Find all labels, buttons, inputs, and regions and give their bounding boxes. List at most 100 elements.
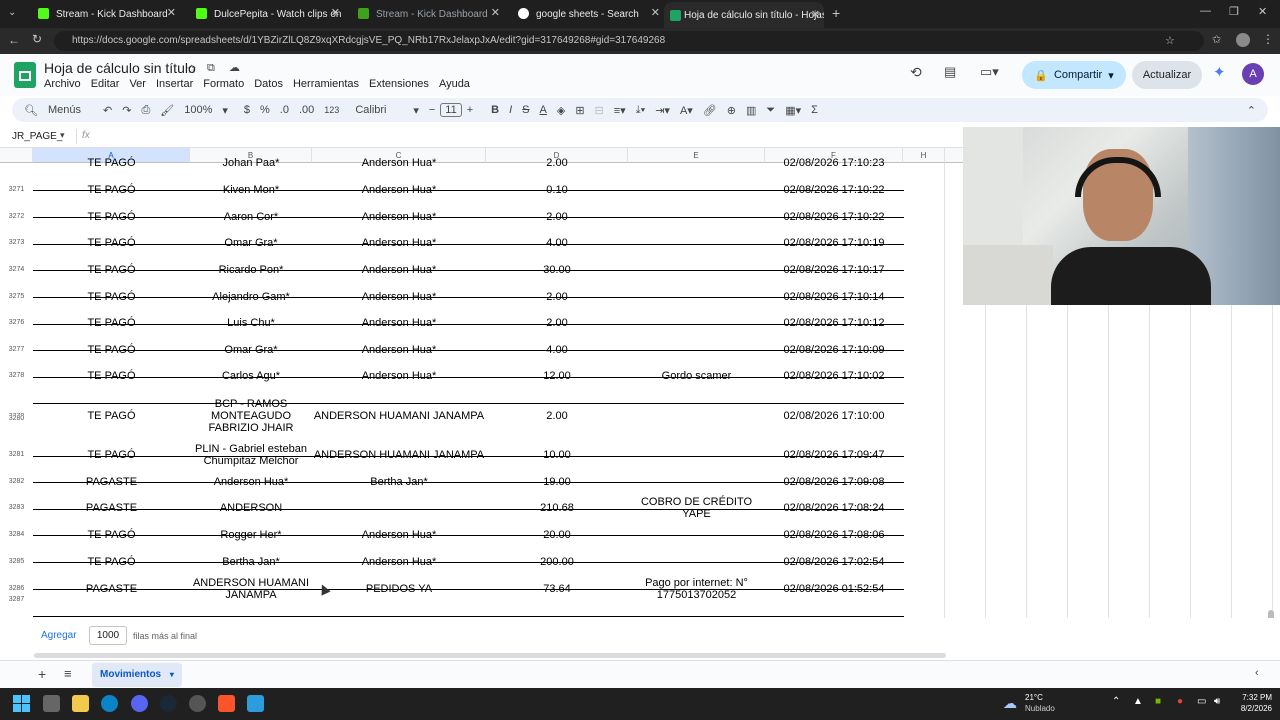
tab-search-chevron-icon[interactable]: ⌄ — [8, 7, 16, 18]
text-wrap-icon[interactable]: ⇥▾ — [650, 104, 675, 117]
cell-e[interactable] — [628, 150, 765, 176]
task-view-icon[interactable] — [43, 695, 60, 712]
browser-menu-icon[interactable]: ⋮ — [1262, 32, 1274, 46]
cell-c[interactable]: Anderson Hua* — [312, 548, 486, 575]
obs-icon[interactable] — [189, 695, 206, 712]
add-sheet-icon[interactable]: + — [38, 666, 46, 682]
cell-e[interactable] — [628, 310, 765, 336]
cell-d[interactable]: 210.68 — [486, 495, 628, 521]
font-size-input[interactable]: 11 — [440, 103, 462, 117]
menu-insertar[interactable]: Insertar — [151, 78, 198, 90]
row-header[interactable]: 3271 — [0, 176, 33, 203]
cell-d[interactable]: 2.00 — [486, 310, 628, 336]
filter-icon[interactable]: ⏷ — [761, 104, 780, 117]
maximize-icon[interactable]: ❐ — [1229, 5, 1239, 18]
reload-icon[interactable]: ↻ — [32, 32, 42, 46]
cell-e[interactable] — [628, 442, 765, 468]
cell-d[interactable]: 2.00 — [486, 150, 628, 176]
cell-c[interactable]: Anderson Hua* — [312, 256, 486, 283]
clock-time[interactable]: 7:32 PM — [1232, 693, 1272, 702]
cell-f[interactable]: 02/08/2026 17:10:00 — [765, 389, 903, 442]
browser-tab-1[interactable]: Stream - Kick Dashboard ✕ — [28, 4, 180, 24]
weather-desc[interactable]: Nublado — [1025, 704, 1055, 713]
paint-format-icon[interactable]: 🖌︎ — [155, 104, 179, 117]
gemini-icon[interactable]: ✦ — [1213, 63, 1226, 81]
cell-e[interactable] — [628, 389, 765, 442]
cell-c[interactable]: Anderson Hua* — [312, 283, 486, 310]
cell-c[interactable]: Anderson Hua* — [312, 150, 486, 176]
cell-f[interactable]: 02/08/2026 17:09:08 — [765, 468, 903, 495]
cell-a[interactable]: TE PAGÓ — [33, 230, 190, 256]
search-menus-icon[interactable]: 🔍︎ — [12, 104, 43, 117]
clock-date[interactable]: 8/2/2026 — [1228, 704, 1272, 713]
percent-button[interactable]: % — [255, 104, 275, 116]
sheet-tab-movimientos[interactable]: Movimientos ▾ — [92, 663, 182, 687]
search-menus[interactable]: Menús — [43, 104, 86, 116]
row-header[interactable]: 3281 — [0, 442, 33, 468]
close-tab-icon[interactable]: ✕ — [811, 8, 820, 21]
cell-b[interactable]: Luis Chu* — [190, 310, 312, 336]
cell-b[interactable]: Bertha Jan* — [190, 548, 312, 575]
increase-decimal-button[interactable]: .00 — [294, 104, 319, 116]
cell-b[interactable]: Kiven Mon* — [190, 176, 312, 203]
microphone-icon[interactable]: ● — [1177, 696, 1183, 707]
cell-c[interactable]: PEDIDOS YA — [312, 575, 486, 602]
menu-formato[interactable]: Formato — [198, 78, 249, 90]
row-header[interactable]: 3275 — [0, 283, 33, 310]
weather-temp[interactable]: 21°C — [1025, 693, 1043, 702]
cell-d[interactable]: 12.00 — [486, 363, 628, 389]
cell-f[interactable]: 02/08/2026 17:09:47 — [765, 442, 903, 468]
cell-d[interactable]: 2.00 — [486, 203, 628, 230]
cell-f[interactable]: 02/08/2026 17:10:09 — [765, 336, 903, 363]
column-header-h[interactable]: H — [903, 148, 945, 163]
cell-c[interactable] — [312, 495, 486, 521]
cell-d[interactable]: 19.00 — [486, 468, 628, 495]
cell-c[interactable]: Anderson Hua* — [312, 363, 486, 389]
row-header[interactable]: 3283 — [0, 495, 33, 521]
close-tab-icon[interactable]: ✕ — [331, 6, 340, 19]
cell-f[interactable]: 02/08/2026 01:52:54 — [765, 575, 903, 602]
cell-d[interactable]: 10.00 — [486, 442, 628, 468]
font-select[interactable]: Calibri — [350, 104, 408, 116]
cell-e[interactable]: Pago por internet: N° 1775013702052 — [628, 575, 765, 602]
strikethrough-button[interactable]: S — [517, 104, 534, 116]
cell-c[interactable]: Bertha Jan* — [312, 468, 486, 495]
formula-input[interactable] — [100, 129, 960, 145]
insert-comment-icon[interactable]: ⊕ — [722, 104, 741, 117]
share-button[interactable]: 🔒 Compartir ▾ — [1022, 61, 1126, 89]
row-header[interactable]: 3278 — [0, 363, 33, 389]
cell-a[interactable]: TE PAGÓ — [33, 176, 190, 203]
windows-start-icon[interactable] — [13, 695, 30, 712]
cell-a[interactable]: TE PAGÓ — [33, 256, 190, 283]
cell-a[interactable]: TE PAGÓ — [33, 521, 190, 548]
cell-b[interactable]: PLIN - Gabriel esteban Chumpitaz Melchor — [190, 442, 312, 468]
cell-a[interactable]: TE PAGÓ — [33, 310, 190, 336]
discord-icon[interactable] — [131, 695, 148, 712]
account-avatar[interactable]: A — [1242, 63, 1264, 85]
vertical-scrollbar[interactable] — [1268, 610, 1274, 618]
cell-f[interactable]: 02/08/2026 17:10:22 — [765, 176, 903, 203]
edge-icon[interactable] — [101, 695, 118, 712]
cell-c[interactable]: Anderson Hua* — [312, 310, 486, 336]
cell-a[interactable]: TE PAGÓ — [33, 548, 190, 575]
cell-a[interactable]: PAGASTE — [33, 495, 190, 521]
row-header[interactable]: 3273 — [0, 230, 33, 256]
row-header[interactable]: 3277 — [0, 336, 33, 363]
text-color-button[interactable]: A — [535, 104, 552, 116]
menu-datos[interactable]: Datos — [249, 78, 288, 90]
cell-c[interactable]: Anderson Hua* — [312, 203, 486, 230]
cell-f[interactable]: 02/08/2026 17:10:22 — [765, 203, 903, 230]
horizontal-scrollbar[interactable] — [34, 653, 946, 658]
more-formats-button[interactable]: 123 — [319, 105, 344, 115]
cell-c[interactable]: ANDERSON HUAMANI JANAMPA — [312, 389, 486, 442]
cell-b[interactable]: Omar Gra* — [190, 336, 312, 363]
cell-a[interactable]: TE PAGÓ — [33, 336, 190, 363]
cell-b[interactable]: Carlos Agu* — [190, 363, 312, 389]
cell-b[interactable]: ANDERSON — [190, 495, 312, 521]
cell-d[interactable]: 30.00 — [486, 256, 628, 283]
browser-tab-5[interactable]: Hoja de cálculo sin título - Hojas d ✕ — [664, 2, 824, 28]
cell-f[interactable]: 02/08/2026 17:10:23 — [765, 150, 903, 176]
history-icon[interactable]: ⟲ — [910, 64, 922, 81]
menu-editar[interactable]: Editar — [86, 78, 125, 90]
cell-e[interactable] — [628, 521, 765, 548]
